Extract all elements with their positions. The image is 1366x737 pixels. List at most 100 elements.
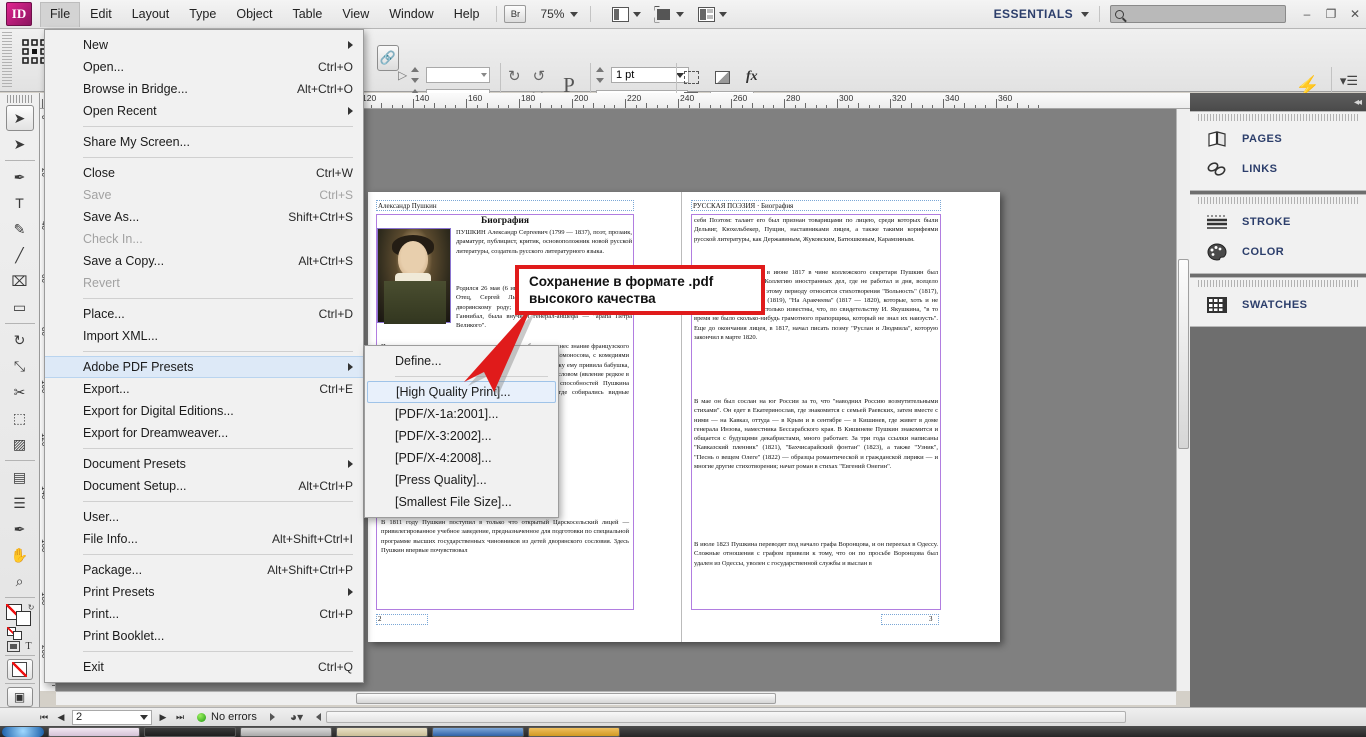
- file-menu-item-save-a-copy[interactable]: Save a Copy... Alt+Ctrl+S: [45, 250, 363, 272]
- document-page-right[interactable]: РУССКАЯ ПОЭЗИЯ · Биография себя Поэтом: …: [683, 192, 997, 642]
- horizontal-scroll-thumb[interactable]: [356, 693, 776, 704]
- menubar-item-object[interactable]: Object: [226, 2, 282, 27]
- taskbar-item-5[interactable]: [432, 726, 524, 737]
- menubar-item-help[interactable]: Help: [444, 2, 490, 27]
- file-menu-item-document-setup[interactable]: Document Setup... Alt+Ctrl+P: [45, 475, 363, 497]
- corner-options-icon[interactable]: [684, 70, 699, 84]
- scale-tool[interactable]: ⤡: [6, 353, 34, 379]
- taskbar-item-6[interactable]: [528, 726, 620, 737]
- document-status-icon[interactable]: ◕▾: [290, 710, 303, 724]
- formatting-affects-text-icon[interactable]: T: [25, 641, 31, 652]
- gradient-swatch-tool[interactable]: ▨: [6, 431, 34, 457]
- file-menu-item-print[interactable]: Print... Ctrl+P: [45, 603, 363, 625]
- shear-field[interactable]: [426, 67, 491, 83]
- menubar-item-window[interactable]: Window: [379, 2, 443, 27]
- menubar-item-type[interactable]: Type: [179, 2, 226, 27]
- page-number-field[interactable]: 2: [72, 709, 152, 725]
- file-menu-item-open-recent[interactable]: Open Recent: [45, 100, 363, 122]
- rectangle-tool[interactable]: ▭: [6, 294, 34, 320]
- file-menu-item-save-as[interactable]: Save As... Shift+Ctrl+S: [45, 206, 363, 228]
- first-page-button[interactable]: ⏮: [38, 711, 50, 724]
- file-menu-item-print-booklet[interactable]: Print Booklet...: [45, 625, 363, 647]
- menubar-item-edit[interactable]: Edit: [80, 2, 122, 27]
- status-resize-left-icon[interactable]: [316, 713, 322, 721]
- restore-button[interactable]: ❐: [1320, 5, 1342, 23]
- effects-fx-icon[interactable]: fx: [746, 69, 758, 85]
- panel-button-stroke[interactable]: STROKE: [1190, 207, 1366, 237]
- panel-button-pages[interactable]: PAGES: [1190, 124, 1366, 154]
- close-button[interactable]: ✕: [1344, 5, 1366, 23]
- file-menu-item-file-info[interactable]: File Info... Alt+Shift+Ctrl+I: [45, 528, 363, 550]
- selection-tool[interactable]: ➤: [5, 105, 34, 132]
- pdf-preset-high-quality-print[interactable]: [High Quality Print]...: [367, 381, 556, 403]
- scissors-tool[interactable]: ✂: [6, 379, 34, 405]
- pdf-preset-pdf-x-4-2008[interactable]: [PDF/X-4:2008]...: [365, 447, 558, 469]
- status-bar-track[interactable]: [326, 711, 1127, 723]
- control-bar-menu-icon[interactable]: ▾☰: [1340, 73, 1358, 89]
- rotate-90-cw-icon[interactable]: ↺: [533, 67, 546, 85]
- direct-selection-tool[interactable]: ➤: [6, 131, 34, 157]
- workspace-switcher[interactable]: ESSENTIALS: [994, 7, 1089, 21]
- file-menu-item-open[interactable]: Open... Ctrl+O: [45, 56, 363, 78]
- previous-page-button[interactable]: ◀: [55, 711, 67, 724]
- drop-shadow-icon[interactable]: [715, 70, 730, 84]
- constrain-proportions-button[interactable]: 🔗: [377, 45, 399, 71]
- panel-group-grip[interactable]: [1198, 197, 1358, 204]
- pushkin-portrait-image[interactable]: [377, 228, 451, 324]
- pen-tool[interactable]: ✒: [6, 164, 34, 190]
- panel-group-grip[interactable]: [1198, 280, 1358, 287]
- page-number-frame-left[interactable]: [376, 614, 428, 625]
- taskbar-item-4[interactable]: [336, 726, 428, 737]
- panel-dock-header[interactable]: ◂◂: [1190, 93, 1366, 111]
- hand-tool[interactable]: ✋: [6, 542, 34, 568]
- shear-stepper[interactable]: [411, 67, 422, 83]
- bridge-button[interactable]: Br: [504, 5, 527, 23]
- start-button[interactable]: [2, 726, 44, 737]
- arrange-documents-dropdown[interactable]: [698, 6, 728, 22]
- note-tool[interactable]: ☰: [6, 490, 34, 516]
- file-menu-item-place[interactable]: Place... Ctrl+D: [45, 303, 363, 325]
- file-menu-item-share-my-screen[interactable]: Share My Screen...: [45, 131, 363, 153]
- file-menu-item-export-for-digital-editions[interactable]: Export for Digital Editions...: [45, 400, 363, 422]
- panel-group-grip[interactable]: [1198, 114, 1358, 121]
- file-menu-item-close[interactable]: Close Ctrl+W: [45, 162, 363, 184]
- taskbar-item-2[interactable]: [144, 726, 236, 737]
- file-menu-item-import-xml[interactable]: Import XML...: [45, 325, 363, 347]
- stroke-weight-field[interactable]: 1 pt: [611, 67, 689, 83]
- collapse-panels-icon[interactable]: ◂◂: [1354, 97, 1362, 108]
- file-menu-item-adobe-pdf-presets[interactable]: Adobe PDF Presets: [45, 356, 363, 378]
- file-menu-item-exit[interactable]: Exit Ctrl+Q: [45, 656, 363, 678]
- file-menu-dropdown[interactable]: New Open... Ctrl+O Browse in Bridge... Alt+C…: [44, 29, 364, 683]
- zoom-level-dropdown[interactable]: 75%: [540, 7, 579, 21]
- menubar-item-layout[interactable]: Layout: [122, 2, 180, 27]
- next-page-button[interactable]: ▶: [157, 711, 169, 724]
- rotate-tool[interactable]: ↻: [6, 327, 34, 353]
- file-menu-item-document-presets[interactable]: Document Presets: [45, 453, 363, 475]
- screen-mode-button[interactable]: ▣: [6, 686, 33, 707]
- rotate-90-ccw-icon[interactable]: ↻: [508, 67, 521, 85]
- shear-angle-group[interactable]: ▷: [398, 67, 491, 83]
- pencil-tool[interactable]: ✎: [6, 216, 34, 242]
- panel-button-swatches[interactable]: SWATCHES: [1190, 290, 1366, 320]
- formatting-affects-container-icon[interactable]: [7, 641, 21, 653]
- vertical-scrollbar[interactable]: [1176, 109, 1190, 691]
- default-fill-stroke-button[interactable]: [5, 627, 35, 641]
- preflight-menu-icon[interactable]: [269, 713, 275, 721]
- menubar-item-table[interactable]: Table: [282, 2, 332, 27]
- pdf-preset-pdf-x-1a-2001[interactable]: [PDF/X-1a:2001]...: [365, 403, 558, 425]
- pdf-preset-press-quality[interactable]: [Press Quality]...: [365, 469, 558, 491]
- taskbar-item-3[interactable]: [240, 726, 332, 737]
- apply-none-button[interactable]: [6, 659, 33, 680]
- adobe-pdf-presets-submenu[interactable]: Define... [High Quality Print]... [PDF/X-1…: [364, 345, 559, 518]
- file-menu-item-export-for-dreamweaver[interactable]: Export for Dreamweaver...: [45, 422, 363, 444]
- type-tool[interactable]: T: [6, 190, 34, 216]
- fill-stroke-proxy[interactable]: ↻: [5, 603, 35, 627]
- stroke-weight-stepper[interactable]: [596, 67, 607, 83]
- tools-panel-grip[interactable]: [6, 95, 33, 104]
- file-menu-item-user[interactable]: User...: [45, 506, 363, 528]
- menubar-item-file[interactable]: File: [40, 1, 81, 27]
- horizontal-scrollbar[interactable]: [56, 691, 1176, 705]
- file-menu-item-print-presets[interactable]: Print Presets: [45, 581, 363, 603]
- file-menu-item-browse-in-bridge[interactable]: Browse in Bridge... Alt+Ctrl+O: [45, 78, 363, 100]
- zoom-tool[interactable]: ⌕: [6, 568, 34, 594]
